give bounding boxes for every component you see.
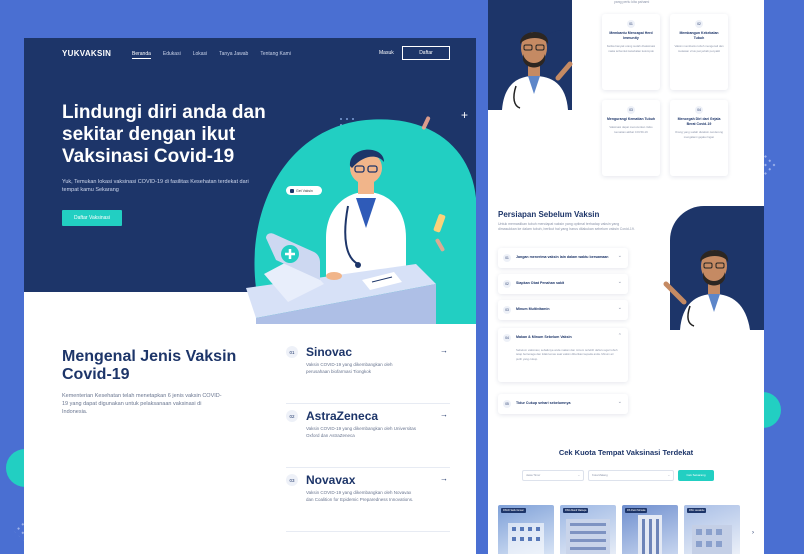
quota-check-form: Jawa Timur ⌄ Kota Malang ⌄ Cek Sekarang [522, 468, 750, 482]
benefit-text: Orang yang sudah divaksin cenderung meng… [675, 130, 723, 139]
benefit-title: Mengurangi Kematian Tubuh [607, 117, 655, 121]
preparation-subtitle: Untuk memastikan tubuh mendapat vaksin y… [498, 222, 635, 231]
accordion-label: Siapkan Obat Penahan sakit [516, 281, 565, 285]
check-now-button[interactable]: Cek Sekarang [678, 469, 714, 481]
vaccine-section-title: Mengenal Jenis Vaksin Covid-19 [62, 348, 237, 383]
accordion-label: Tidur Cukup sehari sebelumnya [516, 401, 571, 405]
top-text: yang perlu kita pahami [614, 0, 650, 4]
place-label: RSU Lavalette [687, 508, 707, 513]
accordion-item[interactable]: 02 Siapkan Obat Penahan sakit ⌄ [498, 274, 628, 294]
vaccine-description: Vaksin COVID-19 yang dikembangkan oleh p… [306, 362, 393, 374]
accordion-number: 02 [503, 280, 511, 288]
nav-link-tanya-jawab[interactable]: Tanya Jawab [219, 51, 248, 59]
get-vaccine-badge: Get Vaksin [286, 186, 322, 195]
logo[interactable]: YUKVAKSIN [62, 49, 111, 58]
badge-label: Get Vaksin [296, 188, 313, 193]
vaccine-description: Vaksin COVID-19 yang dikembangkan oleh U… [306, 426, 416, 438]
vaccine-name: AstraZeneca [306, 409, 379, 423]
city-value: Kota Malang [592, 473, 608, 477]
vaccine-description: Vaksin COVID-19 yang dikembangkan oleh N… [306, 490, 414, 502]
vaccine-number: 02 [286, 410, 298, 422]
city-select[interactable]: Kota Malang ⌄ [588, 469, 674, 481]
benefit-card: 04 Mencegah Diri dari Gejala Berat Covid… [670, 100, 728, 176]
place-label: RS Panti Nirmala [625, 508, 648, 513]
chevron-right-icon[interactable]: › [752, 530, 754, 536]
accordion-item[interactable]: 03 Minum Multivitamin ⌄ [498, 300, 628, 320]
doctor-illustration [246, 116, 476, 324]
quota-check-title: Cek Kuota Tempat Vaksinasi Terdekat [558, 448, 694, 457]
chevron-down-icon: ⌄ [577, 473, 580, 477]
login-link[interactable]: Masuk [379, 50, 394, 56]
benefit-text: Ketika banyak orang sudah divaksinasi ma… [606, 44, 656, 53]
accordion-label: Makan & Minum Sebelum Vaksin [516, 335, 572, 339]
doctor-photo [663, 250, 750, 330]
chevron-down-icon[interactable]: ⌄ [618, 305, 622, 311]
chevron-down-icon[interactable]: ⌄ [618, 253, 622, 259]
nav-link-tentang-kami[interactable]: Tentang Kami [260, 51, 291, 59]
badge-icon [290, 188, 294, 193]
benefit-text: Vaksinasi dapat menurunkan risiko kemati… [609, 125, 653, 134]
accordion-body: Sebelum vaksinasi, sebaiknya anda makan … [516, 348, 618, 361]
place-card[interactable]: RS Panti Nirmala [622, 505, 678, 554]
accordion-label: Jangan menerima vaksin lain dalam waktu … [516, 255, 609, 259]
benefit-card: 03 Mengurangi Kematian Tubuh Vaksinasi d… [602, 100, 660, 176]
place-label: RSIA Mardi Waloeja [563, 508, 589, 513]
education-page-mockup: yang perlu kita pahami 01 Membantu Menca… [488, 0, 764, 554]
landing-page-mockup: YUKVAKSIN Beranda Edukasi Lokasi Tanya J… [24, 38, 476, 554]
benefit-text: Vaksin membantu tubuh mengenali dan mela… [674, 44, 724, 53]
chevron-down-icon[interactable]: ⌄ [618, 279, 622, 285]
benefit-card: 02 Membangun Kekebalan Tubuh Vaksin memb… [670, 14, 728, 90]
accordion-item[interactable]: 01 Jangan menerima vaksin lain dalam wak… [498, 248, 628, 268]
chevron-down-icon[interactable]: ⌄ [618, 399, 622, 405]
nav-link-edukasi[interactable]: Edukasi [163, 51, 181, 59]
accordion-label: Minum Multivitamin [516, 307, 550, 311]
place-card[interactable]: RSU Lavalette [684, 505, 740, 554]
vaccine-number: 03 [286, 474, 298, 486]
arrow-right-icon[interactable]: → [440, 346, 448, 355]
accordion-number: 01 [503, 254, 511, 262]
benefit-card: 01 Membantu Mencapai Herd Immunity Ketik… [602, 14, 660, 90]
benefit-number: 03 [627, 106, 635, 114]
arrow-right-icon[interactable]: → [440, 410, 448, 419]
benefit-number: 04 [695, 106, 703, 114]
benefit-number: 02 [695, 20, 703, 28]
place-label: RSUD Saiful Anwar [501, 508, 526, 513]
province-select[interactable]: Jawa Timur ⌄ [522, 469, 584, 481]
benefit-title: Membangun Kekebalan Tubuh [679, 31, 719, 40]
benefit-number: 01 [627, 20, 635, 28]
vaccine-types-section: Mengenal Jenis Vaksin Covid-19 Kementeri… [24, 292, 476, 554]
chevron-up-icon[interactable]: ⌃ [618, 333, 622, 339]
register-button[interactable]: Daftar [402, 46, 450, 60]
vaccine-item-sinovac[interactable]: 01 Sinovac Vaksin COVID-19 yang dikemban… [286, 342, 450, 404]
vaccine-list: 01 Sinovac Vaksin COVID-19 yang dikemban… [286, 342, 450, 534]
vaccination-places: RSUD Saiful Anwar RSIA Mardi Waloeja RS … [498, 505, 754, 554]
place-card[interactable]: RSIA Mardi Waloeja [560, 505, 616, 554]
vaccine-name: Novavax [306, 473, 356, 487]
arrow-right-icon[interactable]: → [440, 474, 448, 483]
accordion-number: 04 [503, 334, 511, 342]
accordion-number: 03 [503, 306, 511, 314]
vaccine-item-novavax[interactable]: 03 Novavax Vaksin COVID-19 yang dikemban… [286, 470, 450, 532]
accordion-item[interactable]: 05 Tidur Cukup sehari sebelumnya ⌄ [498, 394, 628, 414]
register-vaccination-button[interactable]: Daftar Vaksinasi [62, 210, 122, 226]
nav-link-lokasi[interactable]: Lokasi [193, 51, 207, 59]
benefit-title: Mencegah Diri dari Gejala Berat Covid-19 [677, 117, 721, 126]
vaccine-number: 01 [286, 346, 298, 358]
place-card[interactable]: RSUD Saiful Anwar [498, 505, 554, 554]
accordion-item-expanded[interactable]: 04 Makan & Minum Sebelum Vaksin ⌃ Sebelu… [498, 328, 628, 382]
vaccine-item-astrazeneca[interactable]: 02 AstraZeneca Vaksin COVID-19 yang dike… [286, 406, 450, 468]
doctor-photo [502, 32, 573, 110]
vaccine-name: Sinovac [306, 345, 353, 359]
navbar: YUKVAKSIN Beranda Edukasi Lokasi Tanya J… [24, 38, 476, 70]
province-value: Jawa Timur [526, 473, 541, 477]
vaccine-section-text: Kementerian Kesehatan telah menetapkan 6… [62, 393, 222, 415]
nav-link-beranda[interactable]: Beranda [132, 51, 151, 59]
accordion-number: 05 [503, 400, 511, 408]
hero-section: YUKVAKSIN Beranda Edukasi Lokasi Tanya J… [24, 38, 476, 324]
nav-links: Beranda Edukasi Lokasi Tanya Jawab Tenta… [132, 51, 291, 59]
chevron-down-icon: ⌄ [667, 473, 670, 477]
preparation-title: Persiapan Sebelum Vaksin [498, 210, 600, 219]
benefit-title: Membantu Mencapai Herd Immunity [609, 31, 653, 40]
